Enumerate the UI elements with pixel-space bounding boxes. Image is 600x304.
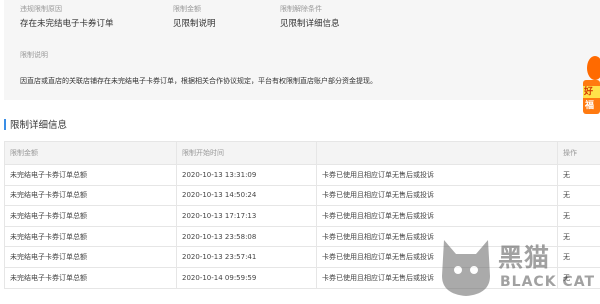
row-amount: 未完结电子卡券订单总额: [4, 164, 177, 186]
row-start-time: 2020-10-13 13:31:09: [176, 164, 317, 186]
column-header-action: 操作: [557, 141, 600, 165]
table-header-row: 限制金额 限制开始时间 操作: [4, 141, 600, 165]
row-amount: 未完结电子卡券订单总额: [4, 266, 177, 289]
amount-value: 见限制说明: [173, 19, 216, 29]
condition-value: 见限制详细信息: [280, 19, 340, 29]
column-header-amount: 限制金额: [4, 141, 177, 165]
row-amount: 未完结电子卡券订单总额: [4, 246, 177, 268]
section-title-text: 限制详细信息: [10, 120, 68, 131]
amount-label: 限制金额: [173, 5, 201, 13]
row-description: 卡券已使用且相应订单无售后或投诉: [316, 164, 558, 186]
row-description: 卡券已使用且相应订单无售后或投诉: [316, 184, 558, 207]
condition-label: 限制解除条件: [280, 5, 322, 13]
column-header-start-time: 限制开始时间: [176, 141, 317, 165]
row-start-time: 2020-10-13 17:17:13: [176, 205, 317, 227]
row-amount: 未完结电子卡券订单总额: [4, 225, 177, 248]
watermark-en-text: BLACK CAT: [500, 274, 595, 290]
black-cat-watermark: 黑猫 BLACK CAT: [438, 236, 598, 300]
column-header-description: [316, 141, 558, 165]
section-accent-bar: [4, 118, 6, 130]
row-start-time: 2020-10-13 14:50:24: [176, 184, 317, 207]
promo-badge[interactable]: 好 福: [581, 46, 600, 116]
table-row: 未完结电子卡券订单总额 2020-10-13 13:31:09 卡券已使用且相应…: [4, 164, 600, 186]
section-title: 限制详细信息: [4, 118, 68, 131]
reason-value: 存在未完结电子卡券订单: [20, 19, 114, 29]
description-value: 因直店或直店的关联店铺存在未完结电子卡券订单，根据相关合作协议规定，平台有权限制…: [20, 77, 377, 85]
row-description: 卡券已使用且相应订单无售后或投诉: [316, 205, 558, 227]
table-row: 未完结电子卡券订单总额 2020-10-13 17:17:13 卡券已使用且相应…: [4, 205, 600, 227]
description-label: 限制说明: [20, 51, 48, 59]
row-action: 无: [557, 164, 600, 186]
reason-label: 违规限制原因: [20, 5, 62, 13]
row-action: 无: [557, 184, 600, 207]
table-row: 未完结电子卡券订单总额 2020-10-13 14:50:24 卡券已使用且相应…: [4, 184, 600, 207]
row-amount: 未完结电子卡券订单总额: [4, 205, 177, 227]
cat-logo-icon: [442, 240, 490, 296]
promo-text-2: 福: [585, 101, 595, 111]
row-amount: 未完结电子卡券订单总额: [4, 184, 177, 207]
row-start-time: 2020-10-13 23:57:41: [176, 246, 317, 268]
watermark-cn-text: 黑猫: [498, 243, 551, 272]
restriction-summary-panel: 违规限制原因 存在未完结电子卡券订单 限制金额 见限制说明 限制解除条件 见限制…: [4, 0, 600, 100]
promo-text-1: 好: [584, 87, 594, 97]
row-action: 无: [557, 205, 600, 227]
row-start-time: 2020-10-13 23:58:08: [176, 225, 317, 248]
row-start-time: 2020-10-14 09:59:59: [176, 266, 317, 289]
